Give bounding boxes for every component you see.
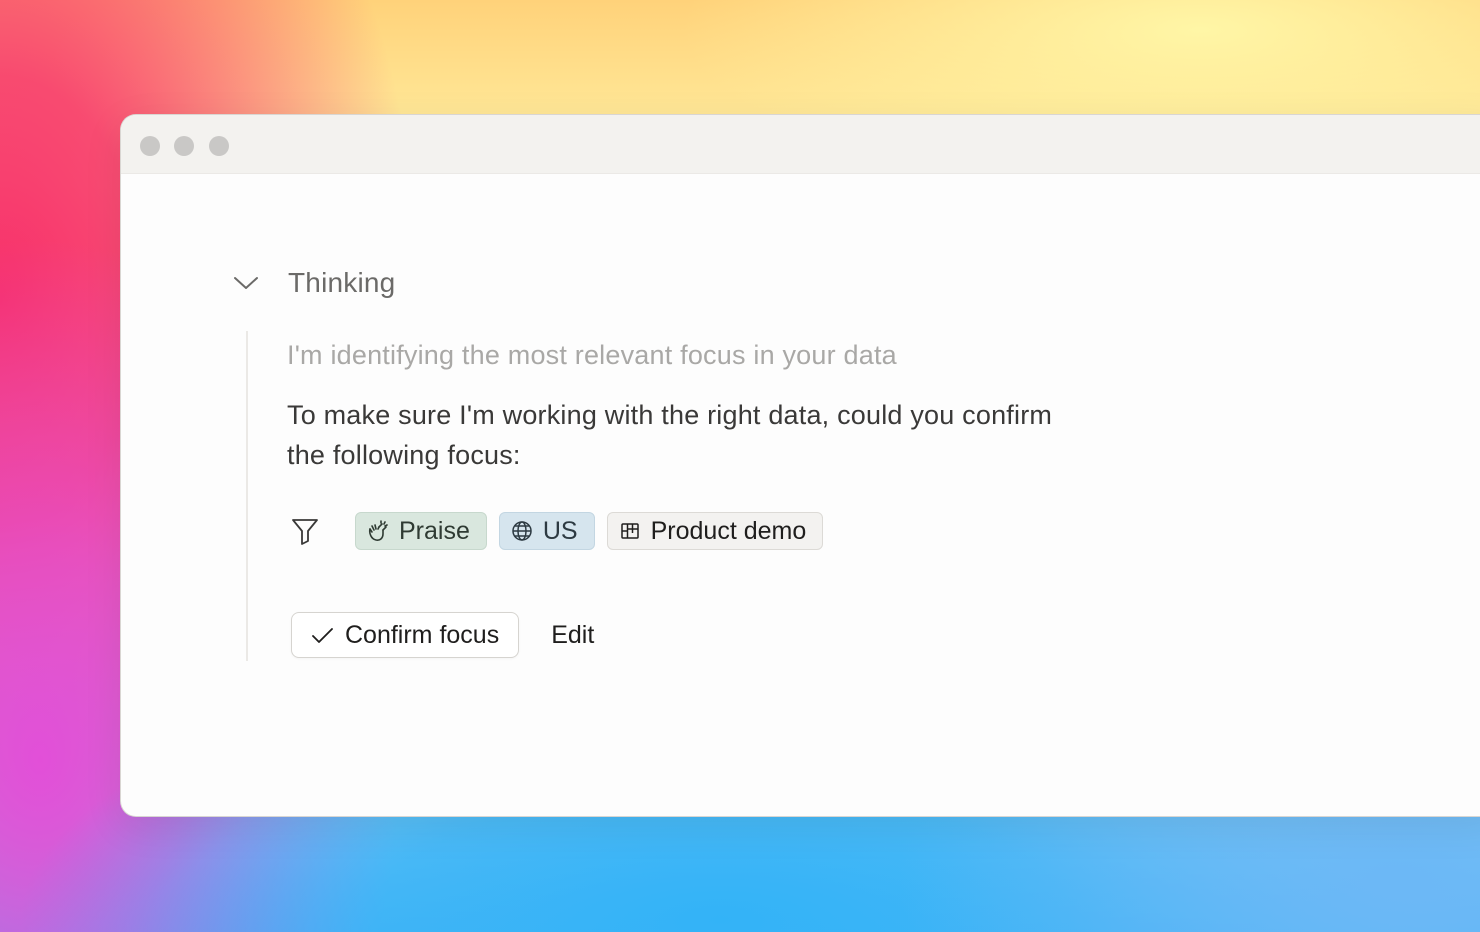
focus-chip-product[interactable]: Product demo <box>606 512 824 550</box>
app-window: Thinking I'm identifying the most releva… <box>120 114 1480 817</box>
window-minimize-button[interactable] <box>174 136 194 156</box>
confirm-focus-button[interactable]: Confirm focus <box>291 612 520 658</box>
title-bar <box>121 115 1480 174</box>
focus-actions: Confirm focus Edit <box>291 612 594 658</box>
board-icon <box>618 519 642 543</box>
confirm-question: To make sure I'm working with the right … <box>287 400 1053 470</box>
window-zoom-button[interactable] <box>209 136 229 156</box>
chip-label: Praise <box>399 516 470 545</box>
chip-label: US <box>542 516 578 545</box>
chevron-down-icon[interactable] <box>233 270 259 296</box>
filter-icon <box>287 513 323 549</box>
thinking-label: Thinking <box>288 267 396 298</box>
clapping-hands-icon <box>366 519 390 543</box>
thinking-status: I'm identifying the most relevant focus … <box>287 340 897 370</box>
focus-filter-row: Praise US Product demo <box>287 511 835 551</box>
focus-chip-praise[interactable]: Praise <box>355 512 487 550</box>
window-close-button[interactable] <box>140 136 160 156</box>
checkmark-icon <box>309 622 335 648</box>
thinking-divider <box>246 331 248 661</box>
focus-chip-region[interactable]: US <box>498 512 595 550</box>
confirm-focus-label: Confirm focus <box>345 620 500 649</box>
globe-icon <box>510 519 534 543</box>
thinking-header[interactable]: Thinking <box>233 265 395 301</box>
chip-label: Product demo <box>650 516 807 545</box>
edit-button[interactable]: Edit <box>551 621 594 650</box>
